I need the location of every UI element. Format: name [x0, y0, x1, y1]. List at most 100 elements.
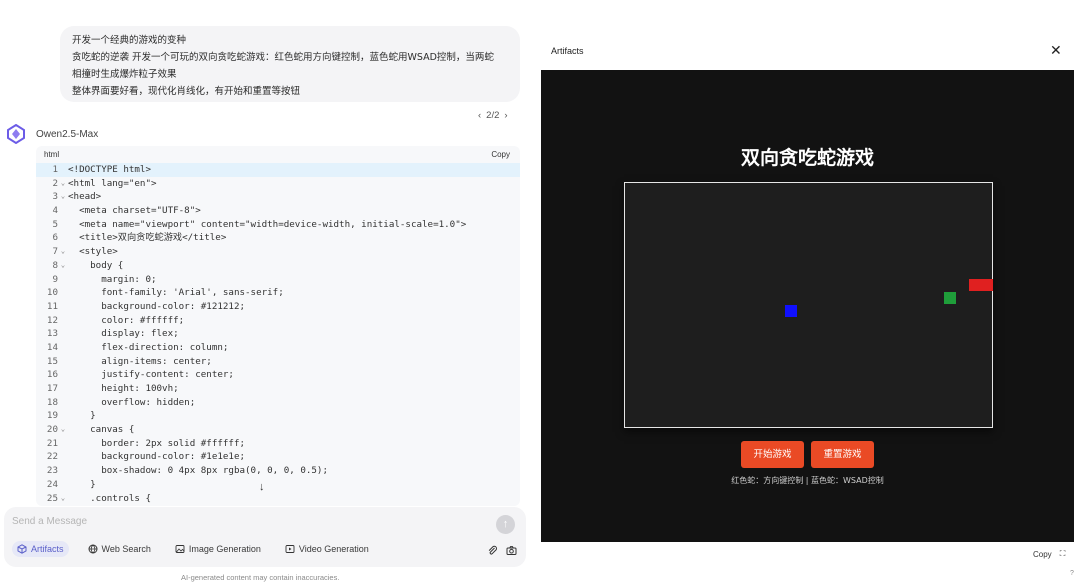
fold-chevron-icon[interactable]: ⌄	[58, 259, 68, 273]
fold-chevron-icon	[58, 396, 68, 410]
line-number: 23	[46, 465, 58, 477]
fold-chevron-icon[interactable]: ⌄	[58, 423, 68, 437]
fold-chevron-icon[interactable]: ⌄	[58, 245, 68, 259]
code-text: margin: 0;	[68, 273, 157, 285]
disclaimer-text: AI-generated content may contain inaccur…	[181, 573, 340, 582]
code-line: 7 ⌄ <style>	[36, 245, 520, 259]
fold-chevron-icon	[58, 273, 68, 287]
fold-chevron-icon	[58, 204, 68, 218]
web-search-toggle[interactable]: Web Search	[83, 541, 156, 557]
code-line: 12 color: #ffffff;	[36, 314, 520, 328]
line-number: 19	[46, 410, 58, 422]
code-text: color: #ffffff;	[68, 314, 185, 326]
code-line: 5 <meta name="viewport" content="width=d…	[36, 218, 520, 232]
line-number: 17	[46, 383, 58, 394]
line-number: 22	[46, 451, 58, 463]
prev-response-button[interactable]: ‹	[478, 110, 481, 121]
food-pellet	[944, 292, 956, 304]
fold-chevron-icon	[58, 450, 68, 464]
code-text: <meta charset="UTF-8">	[68, 205, 201, 217]
message-input[interactable]: Send a Message	[12, 516, 87, 527]
image-generation-toggle[interactable]: Image Generation	[170, 541, 266, 557]
fold-chevron-icon	[58, 341, 68, 355]
code-line: 1 <!DOCTYPE html>	[36, 163, 520, 177]
line-number: 8	[52, 259, 58, 271]
assistant-name: Owen2.5-Max	[36, 128, 99, 140]
code-line: 2 ⌄ <html lang="en">	[36, 177, 520, 191]
code-block-header: html Copy	[36, 146, 520, 162]
help-icon[interactable]: ?	[1070, 570, 1074, 577]
fold-chevron-icon	[58, 409, 68, 423]
camera-icon[interactable]	[506, 545, 517, 556]
user-message-line: 贪吃蛇的逆袭 开发一个可玩的双向贪吃蛇游戏：红色蛇用方向键控制，蓝色蛇用WSAD…	[72, 52, 494, 63]
next-response-button[interactable]: ›	[504, 110, 507, 121]
code-line: 25 ⌄ .controls {	[36, 492, 520, 506]
code-text: <meta name="viewport" content="width=dev…	[68, 218, 467, 230]
code-text: <!DOCTYPE html>	[68, 164, 151, 175]
line-number: 21	[46, 437, 58, 449]
fold-chevron-icon	[58, 437, 68, 451]
pager-label: 2/2	[486, 110, 500, 121]
video-generation-toggle[interactable]: Video Generation	[280, 541, 374, 557]
fold-chevron-icon	[58, 478, 68, 492]
line-number: 11	[46, 300, 58, 312]
line-number: 6	[52, 232, 58, 244]
user-message-line: 整体界面要好看，现代化肖线化，有开始和重置等按钮	[72, 86, 301, 97]
line-number: 16	[46, 369, 58, 381]
reset-game-button[interactable]: 重置游戏	[811, 441, 874, 468]
artifacts-panel-title: Artifacts	[551, 46, 584, 56]
line-number: 3	[52, 191, 58, 203]
qwen-logo-icon	[7, 124, 25, 144]
fold-chevron-icon[interactable]: ⌄	[58, 190, 68, 204]
fold-chevron-icon[interactable]: ⌄	[58, 492, 68, 506]
code-text: .controls {	[68, 492, 151, 504]
code-line: 19 }	[36, 409, 520, 423]
close-icon[interactable]: ✕	[1050, 42, 1062, 59]
red-snake	[969, 279, 993, 291]
globe-icon	[88, 544, 98, 554]
code-text: border: 2px solid #ffffff;	[68, 437, 246, 449]
line-number: 12	[46, 314, 58, 326]
video-generation-label: Video Generation	[298, 544, 369, 554]
line-number: 15	[46, 355, 58, 367]
cube-icon	[17, 544, 27, 554]
input-actions	[487, 545, 517, 556]
message-input-box: Send a Message ↑ Artifacts Web Search Im…	[4, 507, 526, 567]
game-canvas[interactable]	[624, 182, 993, 428]
line-number: 25	[46, 492, 58, 504]
line-number: 5	[52, 218, 58, 230]
artifacts-toggle[interactable]: Artifacts	[12, 541, 69, 557]
code-line: 15 align-items: center;	[36, 355, 520, 369]
code-text: background-color: #121212;	[68, 300, 246, 312]
code-line: 6 <title>双向贪吃蛇游戏</title>	[36, 231, 520, 245]
assistant-header: Owen2.5-Max	[6, 124, 98, 144]
fold-chevron-icon	[58, 327, 68, 341]
code-text: <title>双向贪吃蛇游戏</title>	[68, 232, 227, 244]
video-icon	[285, 545, 295, 553]
code-block: html Copy 1 <!DOCTYPE html> 2 ⌄ <html lang="…	[36, 146, 520, 506]
code-line: 18 overflow: hidden;	[36, 396, 520, 410]
paperclip-icon[interactable]	[487, 545, 498, 556]
fold-chevron-icon[interactable]: ⌄	[58, 177, 68, 191]
code-line: 4 <meta charset="UTF-8">	[36, 204, 520, 218]
code-line: 17 height: 100vh;	[36, 382, 520, 396]
artifact-preview: 双向贪吃蛇游戏 开始游戏 重置游戏 红色蛇：方向键控制 | 蓝色蛇：WSAD控制	[541, 70, 1074, 542]
line-number: 7	[52, 246, 58, 258]
send-button[interactable]: ↑	[496, 515, 515, 534]
fold-chevron-icon	[58, 300, 68, 314]
line-number: 13	[46, 328, 58, 340]
code-text: align-items: center;	[68, 355, 212, 367]
copy-code-button[interactable]: Copy	[491, 150, 510, 159]
fold-chevron-icon	[58, 382, 68, 396]
fullscreen-icon[interactable]: ⛶	[1060, 549, 1066, 559]
code-line: 10 font-family: 'Arial', sans-serif;	[36, 286, 520, 300]
line-number: 20	[46, 424, 58, 436]
code-text: }	[68, 410, 96, 422]
user-message-line: 相撞时生成爆炸粒子效果	[72, 69, 177, 80]
code-language-label: html	[44, 149, 60, 159]
game-title: 双向贪吃蛇游戏	[740, 147, 874, 169]
code-text: background-color: #1e1e1e;	[68, 451, 246, 463]
scroll-down-arrow-icon[interactable]: ↓	[259, 481, 265, 493]
copy-artifact-button[interactable]: Copy	[1033, 550, 1052, 559]
start-game-button[interactable]: 开始游戏	[741, 441, 804, 468]
